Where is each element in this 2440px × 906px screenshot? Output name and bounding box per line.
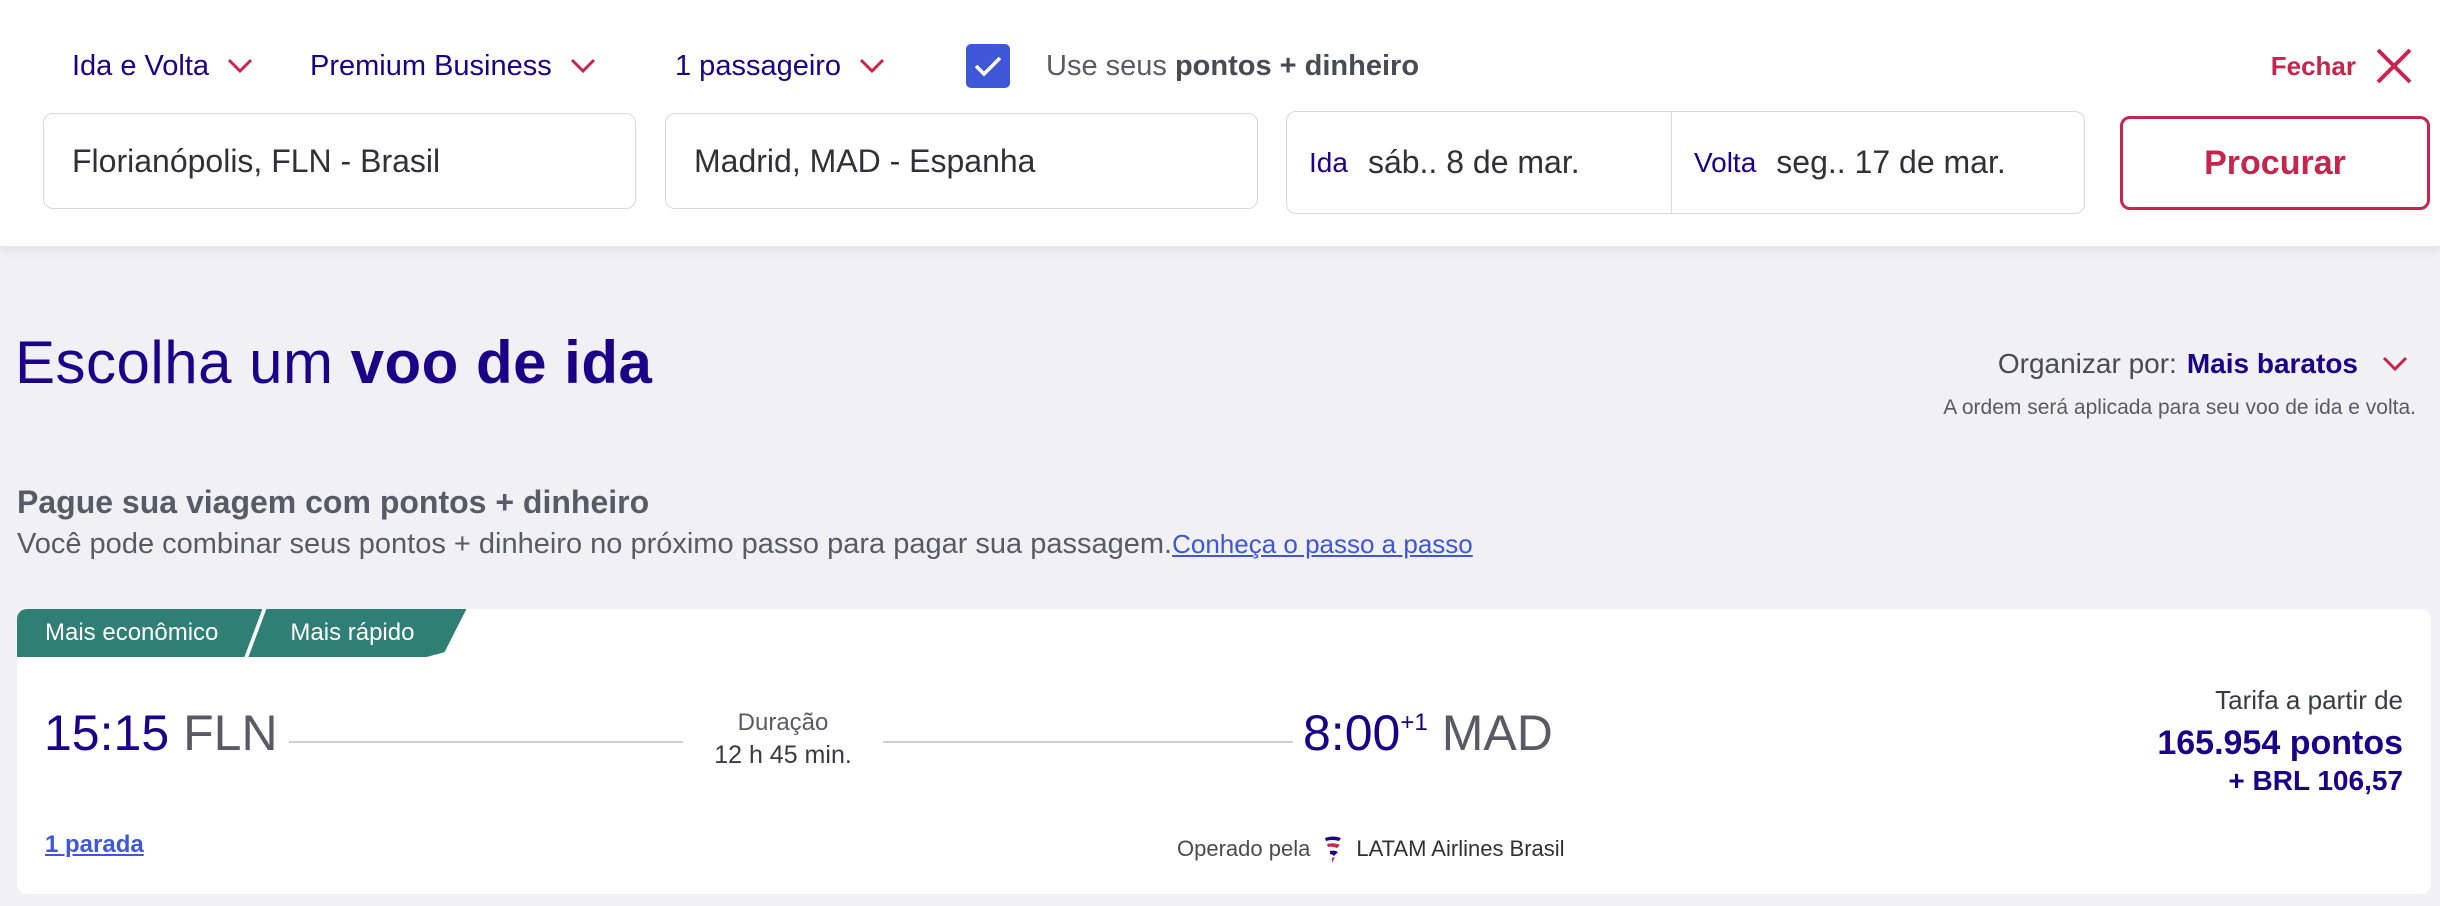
arrival-day-offset: +1 — [1400, 709, 1428, 736]
points-prefix: Use seus — [1046, 49, 1167, 82]
operated-label: Operado pela — [1177, 836, 1311, 861]
arrival: 8:00+1 MAD — [1303, 704, 1553, 762]
date-picker: Ida sáb.. 8 de mar. Volta seg.. 17 de ma… — [1286, 111, 2085, 214]
cabin-dropdown[interactable]: Premium Business — [310, 44, 596, 88]
origin-field[interactable]: Florianópolis, FLN - Brasil — [43, 113, 636, 209]
departure: 15:15 FLN — [44, 704, 278, 762]
trip-type-dropdown[interactable]: Ida e Volta — [72, 44, 253, 88]
check-icon — [974, 56, 1002, 77]
trip-type-label: Ida e Volta — [72, 49, 210, 82]
points-money-label: Use seus pontos + dinheiro — [1046, 50, 1419, 83]
destination-value: Madrid, MAD - Espanha — [694, 142, 1036, 179]
outbound-date-value: sáb.. 8 de mar. — [1367, 144, 1580, 180]
tag-fastest: Mais rápido — [248, 609, 466, 657]
chevron-down-icon — [2382, 356, 2408, 372]
page-title-bold: voo de ida — [350, 329, 653, 396]
return-date-value: seg.. 17 de mar. — [1776, 144, 2006, 180]
route-line-left — [289, 741, 683, 743]
chevron-down-icon — [228, 58, 253, 74]
duration-label: Duração — [737, 709, 829, 736]
close-icon — [2376, 48, 2412, 84]
flight-card[interactable]: Mais econômico Mais rápido 15:15 FLN Dura… — [17, 609, 2431, 894]
route-line-right — [883, 741, 1293, 743]
flight-tags: Mais econômico Mais rápido — [17, 609, 466, 657]
chevron-down-icon — [570, 58, 595, 74]
sort-dropdown[interactable]: Organizar por: Mais baratos — [1998, 344, 2408, 384]
page-title: Escolha um voo de ida — [15, 328, 652, 397]
close-button[interactable]: Fechar — [2271, 44, 2414, 88]
pay-desc-text: Você pode combinar seus pontos + dinheir… — [17, 528, 1173, 560]
passengers-dropdown[interactable]: 1 passageiro — [675, 44, 885, 88]
passengers-label: 1 passageiro — [675, 49, 842, 82]
pay-with-points-description: Você pode combinar seus pontos + dinheir… — [17, 528, 1473, 561]
cabin-label: Premium Business — [310, 49, 552, 82]
stops-link[interactable]: 1 parada — [45, 831, 144, 859]
sort-note: A ordem será aplicada para seu voo de id… — [1943, 396, 2416, 419]
outbound-date-tag: Ida — [1309, 146, 1348, 178]
departure-code: FLN — [183, 705, 278, 761]
outbound-date-field[interactable]: Ida sáb.. 8 de mar. — [1287, 112, 1672, 213]
fare-money: + BRL 106,57 — [2228, 765, 2403, 796]
sort-value: Mais baratos — [2186, 348, 2358, 379]
fare: Tarifa a partir de 165.954 pontos + BRL … — [2157, 685, 2403, 797]
origin-value: Florianópolis, FLN - Brasil — [72, 142, 441, 179]
step-by-step-link[interactable]: Conheça o passo a passo — [1172, 529, 1473, 559]
destination-field[interactable]: Madrid, MAD - Espanha — [665, 113, 1258, 209]
latam-logo-icon — [1325, 836, 1342, 863]
search-button[interactable]: Procurar — [2120, 116, 2430, 210]
points-bold: pontos + dinheiro — [1174, 49, 1420, 82]
close-label: Fechar — [2270, 50, 2356, 81]
page-title-light: Escolha um — [15, 329, 334, 396]
arrival-code: MAD — [1441, 705, 1553, 761]
airline-name: LATAM Airlines Brasil — [1356, 836, 1565, 861]
operated-by: Operado pela LATAM Airlines Brasil — [1177, 831, 1565, 867]
return-date-field[interactable]: Volta seg.. 17 de mar. — [1672, 112, 2084, 213]
points-money-checkbox[interactable]: Use seus pontos + dinheiro — [966, 44, 1419, 88]
duration-value: 12 h 45 min. — [714, 741, 852, 769]
sort-label: Organizar por: — [1997, 348, 2177, 379]
departure-time: 15:15 — [44, 705, 170, 761]
search-panel: Ida e Volta Premium Business 1 passageir… — [0, 0, 2440, 246]
checkbox-checked[interactable] — [966, 44, 1010, 88]
arrival-time: 8:00 — [1303, 705, 1401, 761]
chevron-down-icon — [860, 58, 885, 74]
tag-cheapest: Mais econômico — [17, 609, 262, 657]
pay-with-points-title: Pague sua viagem com pontos + dinheiro — [17, 484, 650, 520]
return-date-tag: Volta — [1694, 146, 1757, 178]
fare-points: 165.954 pontos — [2157, 724, 2403, 762]
fare-label: Tarifa a partir de — [2215, 685, 2403, 715]
duration: Duração 12 h 45 min. — [683, 709, 883, 770]
